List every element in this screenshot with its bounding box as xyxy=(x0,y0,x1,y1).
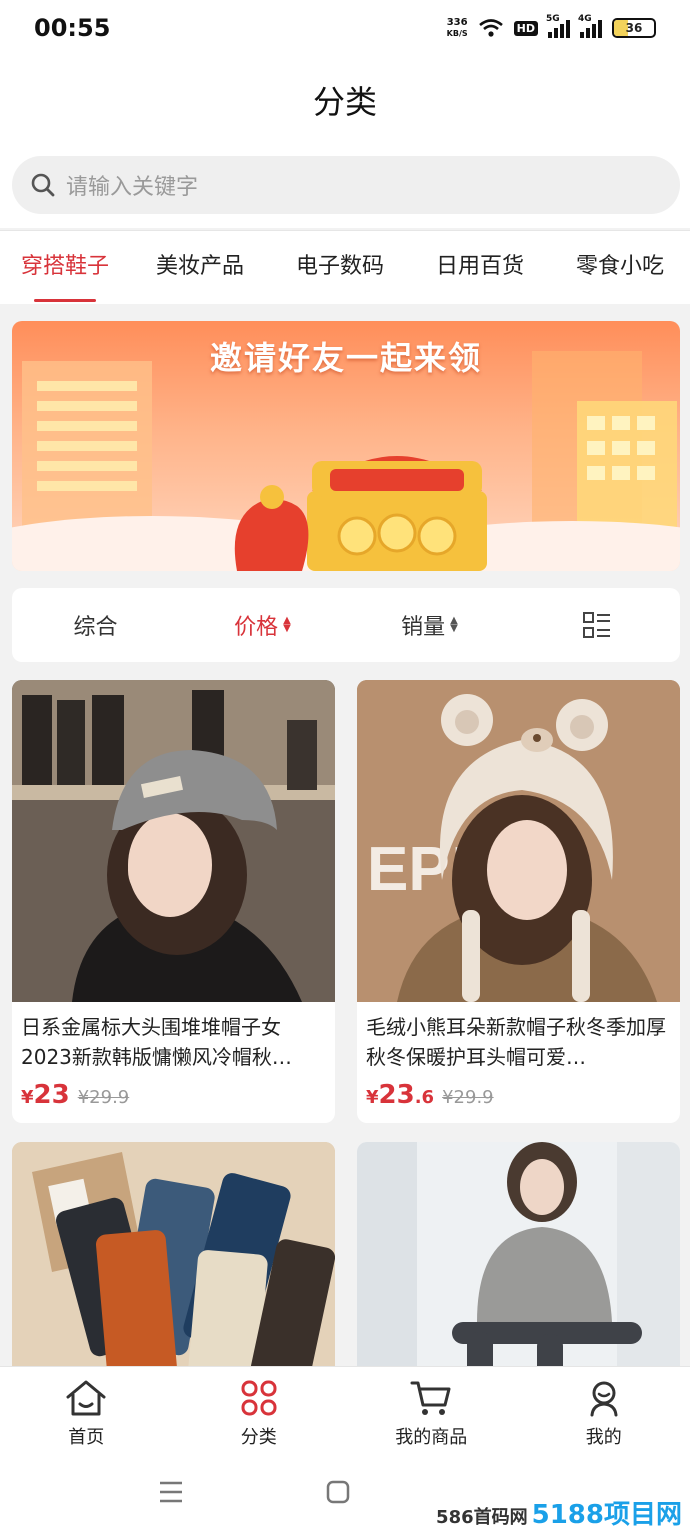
tab-daily-goods[interactable]: 日用百货 xyxy=(410,231,550,304)
product-card[interactable]: EP! 毛绒小熊耳朵新款帽子秋冬季加厚秋冬保暖护耳头帽可爱… ¥23.6 ¥29… xyxy=(357,680,680,1123)
status-bar: 00:55 336 KB/S HD 5G 4G 36 xyxy=(0,0,690,56)
sort-comprehensive[interactable]: 综合 xyxy=(12,609,179,641)
product-card[interactable] xyxy=(357,1142,680,1366)
page-title: 分类 xyxy=(312,83,377,121)
product-photo-sweater xyxy=(357,1142,680,1366)
current-price: ¥23.6 xyxy=(366,1080,435,1110)
product-image[interactable] xyxy=(12,680,335,1002)
tab-beauty[interactable]: 美妆产品 xyxy=(130,231,270,304)
cart-icon xyxy=(410,1381,451,1415)
battery-icon: 36 xyxy=(612,18,656,38)
wifi-icon xyxy=(478,19,503,37)
nav-my-goods-label: 我的商品 xyxy=(395,1427,468,1448)
search-input[interactable]: 请输入关键字 xyxy=(12,156,680,214)
list-view-toggle[interactable] xyxy=(513,611,680,639)
category-grid-icon xyxy=(241,1380,277,1416)
product-info: 毛绒小熊耳朵新款帽子秋冬季加厚秋冬保暖护耳头帽可爱… ¥23.6 ¥29.9 xyxy=(357,1002,680,1110)
product-prices: ¥23.6 ¥29.9 xyxy=(366,1080,670,1110)
nav-category[interactable]: 分类 xyxy=(173,1367,346,1456)
product-photo-bear-hat: EP! xyxy=(357,680,680,1002)
signal-icon: 4G xyxy=(578,14,602,38)
nav-mine[interactable]: 我的 xyxy=(518,1367,690,1456)
nav-my-goods[interactable]: 我的商品 xyxy=(345,1367,518,1456)
search-area: 请输入关键字 xyxy=(0,148,690,228)
square-icon[interactable] xyxy=(326,1480,350,1504)
product-image[interactable] xyxy=(12,1142,335,1366)
list-view-icon xyxy=(582,612,610,638)
product-name: 毛绒小熊耳朵新款帽子秋冬季加厚秋冬保暖护耳头帽可爱… xyxy=(366,1015,666,1069)
status-icons: 336 KB/S HD 5G 4G 36 xyxy=(446,14,656,39)
signal-icon: 5G xyxy=(546,14,570,38)
nav-category-label: 分类 xyxy=(240,1427,277,1448)
search-icon xyxy=(31,173,55,197)
tab-clothing-shoes[interactable]: 穿搭鞋子 xyxy=(0,231,130,304)
banner-caption: 邀请好友一起来领 xyxy=(209,339,482,377)
product-name: 日系金属标大头围堆堆帽子女2023新款韩版慵懒风冷帽秋… xyxy=(21,1015,292,1069)
original-price: ¥29.9 xyxy=(77,1087,130,1108)
watermark: 586首码网 5188项目网 xyxy=(436,1500,682,1530)
tab-electronics[interactable]: 电子数码 xyxy=(270,231,410,304)
hd-badge: HD xyxy=(513,20,538,36)
category-tabs: 穿搭鞋子 美妆产品 电子数码 日用百货 零食小吃 xyxy=(0,230,690,304)
sort-arrows-icon: ▲ ▼ xyxy=(283,615,291,634)
promo-banner[interactable]: 邀请好友一起来领 xyxy=(12,321,680,571)
person-icon xyxy=(590,1381,618,1417)
product-info: 日系金属标大头围堆堆帽子女2023新款韩版慵懒风冷帽秋… ¥23 ¥29.9 xyxy=(12,1002,335,1110)
bottom-nav: 首页 分类 我的商品 我的 xyxy=(0,1366,690,1456)
sort-bar: 综合 价格 ▲ ▼ 销量 ▲ ▼ xyxy=(12,588,680,662)
sort-sales[interactable]: 销量 ▲ ▼ xyxy=(346,609,513,641)
tab-snacks[interactable]: 零食小吃 xyxy=(550,231,690,304)
search-placeholder: 请输入关键字 xyxy=(66,175,199,200)
product-card[interactable]: 日系金属标大头围堆堆帽子女2023新款韩版慵懒风冷帽秋… ¥23 ¥29.9 xyxy=(12,680,335,1123)
home-icon xyxy=(66,1380,106,1416)
nav-mine-label: 我的 xyxy=(585,1427,622,1448)
product-card[interactable] xyxy=(12,1142,335,1366)
sort-price[interactable]: 价格 ▲ ▼ xyxy=(179,609,346,641)
page-header: 分类 xyxy=(0,56,690,148)
nav-home-label: 首页 xyxy=(68,1427,105,1448)
product-photo-beanie xyxy=(12,680,335,1002)
clock: 00:55 xyxy=(34,14,111,42)
sort-arrows-icon: ▲ ▼ xyxy=(450,615,458,634)
current-price: ¥23 xyxy=(21,1080,70,1110)
network-speed: 336 KB/S xyxy=(446,17,468,38)
menu-icon[interactable] xyxy=(158,1480,184,1504)
product-photo-socks xyxy=(12,1142,335,1366)
original-price: ¥29.9 xyxy=(442,1087,494,1108)
product-image[interactable] xyxy=(357,1142,680,1366)
product-prices: ¥23 ¥29.9 xyxy=(21,1080,325,1110)
nav-home[interactable]: 首页 xyxy=(0,1367,173,1456)
product-image[interactable]: EP! xyxy=(357,680,680,1002)
